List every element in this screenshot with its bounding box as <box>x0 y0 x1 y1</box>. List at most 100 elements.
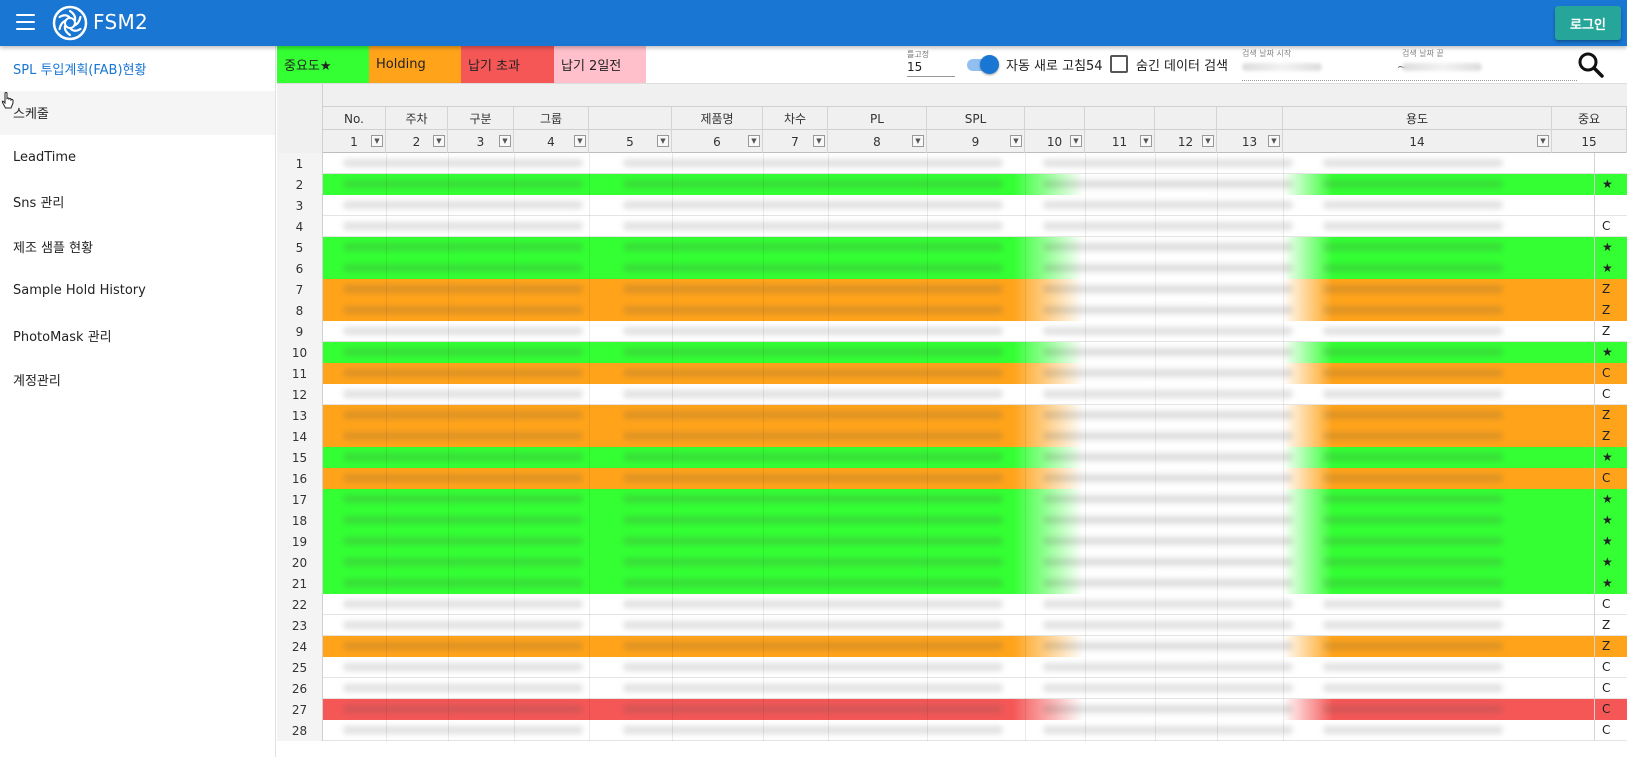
column-header-7[interactable]: 차수 <box>763 107 828 130</box>
table-row[interactable]: 10 ★ <box>277 342 1627 363</box>
column-header-8[interactable]: PL <box>828 107 927 130</box>
table-row[interactable]: 20 ★ <box>277 552 1627 573</box>
column-number-label: 6 <box>713 134 721 149</box>
cell-divider <box>1155 573 1156 594</box>
column-header-1[interactable]: No. <box>323 107 386 130</box>
table-row[interactable]: 19 ★ <box>277 531 1627 552</box>
date-start-field[interactable]: 검색 날짜 시작 <box>1242 48 1417 81</box>
column-header-4[interactable]: 그룹 <box>514 107 589 130</box>
column-filter-icon[interactable]: ▼ <box>1010 135 1022 147</box>
column-filter-icon[interactable]: ▼ <box>1268 135 1280 147</box>
table-row[interactable]: 5 ★ <box>277 237 1627 258</box>
column-header-2[interactable]: 주차 <box>386 107 448 130</box>
table-row[interactable]: 26 C <box>277 678 1627 699</box>
cell-divider <box>448 426 449 447</box>
column-header-15[interactable]: 중요 <box>1552 107 1627 130</box>
column-header-6[interactable]: 제품명 <box>672 107 763 130</box>
redacted-text-blur <box>1043 222 1293 230</box>
column-filter-icon[interactable]: ▼ <box>1140 135 1152 147</box>
cell-divider <box>828 279 829 300</box>
table-row[interactable]: 12 C <box>277 384 1627 405</box>
sidebar-item-1[interactable]: 스케줄 <box>0 90 275 135</box>
column-header-13[interactable] <box>1217 107 1283 130</box>
table-row[interactable]: 25 C <box>277 657 1627 678</box>
table-row[interactable]: 22 C <box>277 594 1627 615</box>
hidden-data-checkbox[interactable] <box>1110 55 1128 73</box>
column-header-12[interactable] <box>1155 107 1217 130</box>
column-filter-icon[interactable]: ▼ <box>657 135 669 147</box>
table-row[interactable]: 18 ★ <box>277 510 1627 531</box>
sidebar-item-5[interactable]: Sample Hold History <box>0 269 275 314</box>
sidebar-item-6[interactable]: PhotoMask 관리 <box>0 313 275 358</box>
sidebar-item-7[interactable]: 계정관리 <box>0 358 275 403</box>
sidebar-item-4[interactable]: 제조 샘플 현황 <box>0 224 275 269</box>
redacted-text-blur <box>1323 264 1503 272</box>
freeze-columns-field[interactable]: 틀고정 15 <box>907 49 955 77</box>
table-row[interactable]: 24 Z <box>277 636 1627 657</box>
cell-divider <box>828 174 829 195</box>
hamburger-menu-icon[interactable] <box>16 14 35 30</box>
column-filter-icon[interactable]: ▼ <box>813 135 825 147</box>
redacted-text-blur <box>1323 600 1503 608</box>
cell-divider <box>1217 153 1218 174</box>
cell-divider <box>672 594 673 615</box>
table-row[interactable]: 17 ★ <box>277 489 1627 510</box>
cell-divider <box>1594 174 1595 195</box>
sidebar-item-label: 제조 샘플 현황 <box>13 240 94 256</box>
table-row[interactable]: 28 C <box>277 720 1627 741</box>
column-filter-icon[interactable]: ▼ <box>1202 135 1214 147</box>
column-filter-icon[interactable]: ▼ <box>912 135 924 147</box>
sidebar-item-3[interactable]: Sns 관리 <box>0 180 275 225</box>
table-row[interactable]: 11 C <box>277 363 1627 384</box>
table-row[interactable]: 3 <box>277 195 1627 216</box>
table-row[interactable]: 9Z <box>277 321 1627 342</box>
redacted-text-blur <box>623 705 1003 713</box>
table-row[interactable]: 2 ★ <box>277 174 1627 195</box>
date-end-field[interactable]: 검색 날짜 끝 ~ <box>1397 48 1577 81</box>
cell-divider <box>514 678 515 699</box>
table-row[interactable]: 6 ★ <box>277 258 1627 279</box>
cell-divider <box>448 594 449 615</box>
column-filter-icon[interactable]: ▼ <box>1537 135 1549 147</box>
table-row[interactable]: 13 Z <box>277 405 1627 426</box>
table-row[interactable]: 27 C <box>277 699 1627 720</box>
table-row[interactable]: 21 ★ <box>277 573 1627 594</box>
column-header-3[interactable]: 구분 <box>448 107 514 130</box>
redacted-text-blur <box>1323 537 1503 545</box>
row-cells-redacted: ★ <box>323 489 1627 510</box>
column-header-5[interactable] <box>589 107 672 130</box>
cell-divider <box>1283 216 1284 237</box>
row-number: 6 <box>277 258 323 279</box>
table-row[interactable]: 23 Z <box>277 615 1627 636</box>
cell-divider <box>828 720 829 741</box>
column-header-11[interactable] <box>1085 107 1155 130</box>
column-filter-icon[interactable]: ▼ <box>433 135 445 147</box>
sidebar-item-2[interactable]: LeadTime <box>0 135 275 180</box>
column-filter-icon[interactable]: ▼ <box>371 135 383 147</box>
column-filter-icon[interactable]: ▼ <box>1070 135 1082 147</box>
cell-divider <box>828 237 829 258</box>
freeze-columns-value[interactable]: 15 <box>907 60 955 76</box>
column-filter-icon[interactable]: ▼ <box>499 135 511 147</box>
redacted-text-blur <box>1323 516 1503 524</box>
column-filter-icon[interactable]: ▼ <box>574 135 586 147</box>
table-row[interactable]: 15 ★ <box>277 447 1627 468</box>
table-row[interactable]: 16 C <box>277 468 1627 489</box>
row-cells-redacted: Z <box>323 300 1627 321</box>
search-icon[interactable] <box>1577 51 1605 79</box>
redacted-text-blur <box>1043 558 1293 566</box>
column-header-14[interactable]: 용도 <box>1283 107 1552 130</box>
table-row[interactable]: 1 <box>277 153 1627 174</box>
login-button[interactable]: 로그인 <box>1555 6 1621 40</box>
column-filter-icon[interactable]: ▼ <box>748 135 760 147</box>
column-header-10[interactable] <box>1025 107 1085 130</box>
sidebar-item-0[interactable]: SPL 투입계획(FAB)현황 <box>0 46 275 91</box>
table-row[interactable]: 14 Z <box>277 426 1627 447</box>
column-header-9[interactable]: SPL <box>927 107 1025 130</box>
table-row[interactable]: 7Z <box>277 279 1627 300</box>
table-row[interactable]: 4C <box>277 216 1627 237</box>
auto-refresh-toggle[interactable] <box>965 55 999 74</box>
table-row[interactable]: 8Z <box>277 300 1627 321</box>
cell-divider <box>1594 300 1595 321</box>
hand-pointer-icon <box>1 92 14 109</box>
